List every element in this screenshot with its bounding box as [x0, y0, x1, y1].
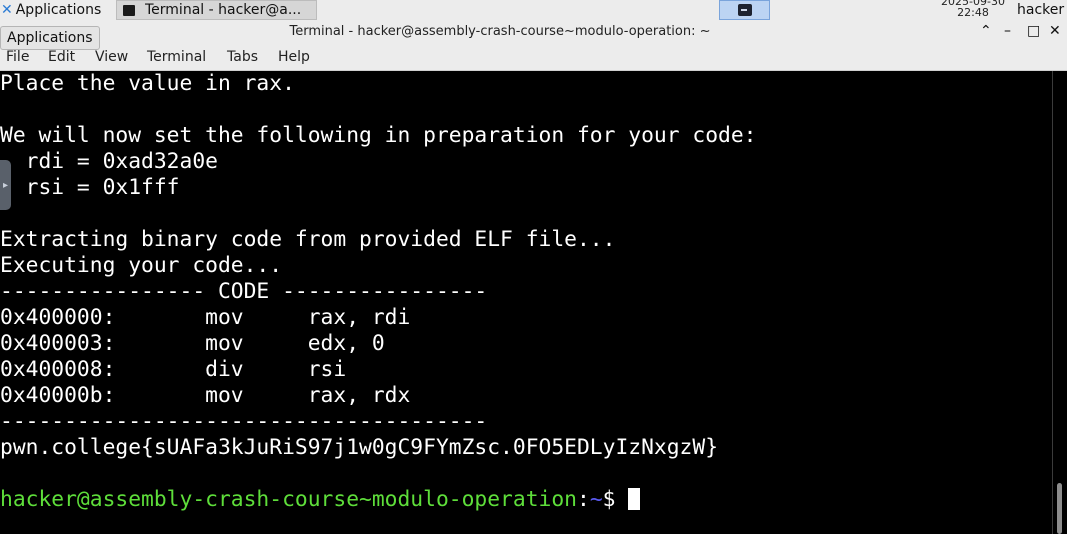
- terminal-line: 0x400000: mov rax, rdi: [0, 305, 411, 330]
- menu-help[interactable]: Help: [278, 49, 310, 65]
- taskbar-terminal-button[interactable]: Terminal - hacker@a...: [116, 0, 317, 20]
- terminal-line: Extracting binary code from provided ELF…: [0, 227, 616, 252]
- menu-terminal[interactable]: Terminal: [147, 49, 206, 65]
- menu-edit[interactable]: Edit: [48, 49, 75, 65]
- xfce-logo-icon: ✕: [1, 2, 13, 18]
- terminal-line: We will now set the following in prepara…: [0, 123, 757, 148]
- shade-button[interactable]: ⌃: [980, 23, 992, 39]
- workspace-window-icon: [737, 4, 752, 16]
- prompt-symbol: $: [602, 487, 629, 512]
- minimize-button[interactable]: –: [1004, 23, 1011, 39]
- handle-arrow-icon: ▸: [2, 179, 9, 191]
- top-panel: ✕ Applications Terminal - hacker@a... 20…: [0, 0, 1067, 50]
- scrollbar[interactable]: [1052, 71, 1067, 534]
- maximize-button[interactable]: □: [1027, 23, 1040, 39]
- terminal-line: 0x400003: mov edx, 0: [0, 331, 385, 356]
- user-menu[interactable]: hacker: [1017, 0, 1064, 20]
- side-panel-handle[interactable]: ▸: [0, 160, 11, 210]
- terminal-line: 0x400008: div rsi: [0, 357, 347, 382]
- clock-time: 22:48: [957, 6, 989, 19]
- workspace-switcher[interactable]: [719, 0, 770, 20]
- applications-label: Applications: [15, 2, 102, 18]
- close-button[interactable]: ✕: [1049, 23, 1061, 39]
- terminal-line: rdi = 0xad32a0e: [0, 149, 218, 174]
- taskbar-terminal-label: Terminal - hacker@a...: [145, 2, 302, 18]
- prompt-colon: :: [576, 487, 590, 512]
- applications-tooltip: Applications: [0, 26, 100, 50]
- prompt-path: ~: [589, 487, 603, 512]
- terminal-line: Place the value in rax.: [0, 71, 295, 96]
- menu-tabs[interactable]: Tabs: [227, 49, 258, 65]
- terminal-icon: [123, 4, 135, 16]
- window-titlebar[interactable]: Terminal - hacker@assembly-crash-course~…: [0, 20, 1067, 44]
- terminal-line: --------------------------------------: [0, 409, 488, 434]
- menubar: File Edit View Terminal Tabs Help: [0, 44, 1067, 71]
- menu-file[interactable]: File: [6, 49, 29, 65]
- scrollbar-thumb[interactable]: [1057, 483, 1062, 534]
- text-cursor: [628, 488, 641, 510]
- terminal-line: Executing your code...: [0, 253, 283, 278]
- flag-line: pwn.college{sUAFa3kJuRiS97j1w0gC9FYmZsc.…: [0, 435, 719, 460]
- terminal-output[interactable]: Place the value in rax. We will now set …: [0, 71, 1052, 534]
- terminal-line: ---------------- CODE ----------------: [0, 279, 488, 304]
- terminal-line: 0x40000b: mov rax, rdx: [0, 383, 411, 408]
- applications-menu-button[interactable]: ✕ Applications: [0, 0, 101, 20]
- prompt-line[interactable]: hacker@assembly-crash-course~modulo-oper…: [0, 487, 641, 513]
- prompt-user-host: hacker@assembly-crash-course~modulo-oper…: [0, 487, 577, 512]
- window-title: Terminal - hacker@assembly-crash-course~…: [289, 24, 711, 39]
- terminal-line: rsi = 0x1fff: [0, 175, 180, 200]
- clock[interactable]: 2025-09-30 22:48: [930, 0, 1016, 18]
- menu-view[interactable]: View: [95, 49, 128, 65]
